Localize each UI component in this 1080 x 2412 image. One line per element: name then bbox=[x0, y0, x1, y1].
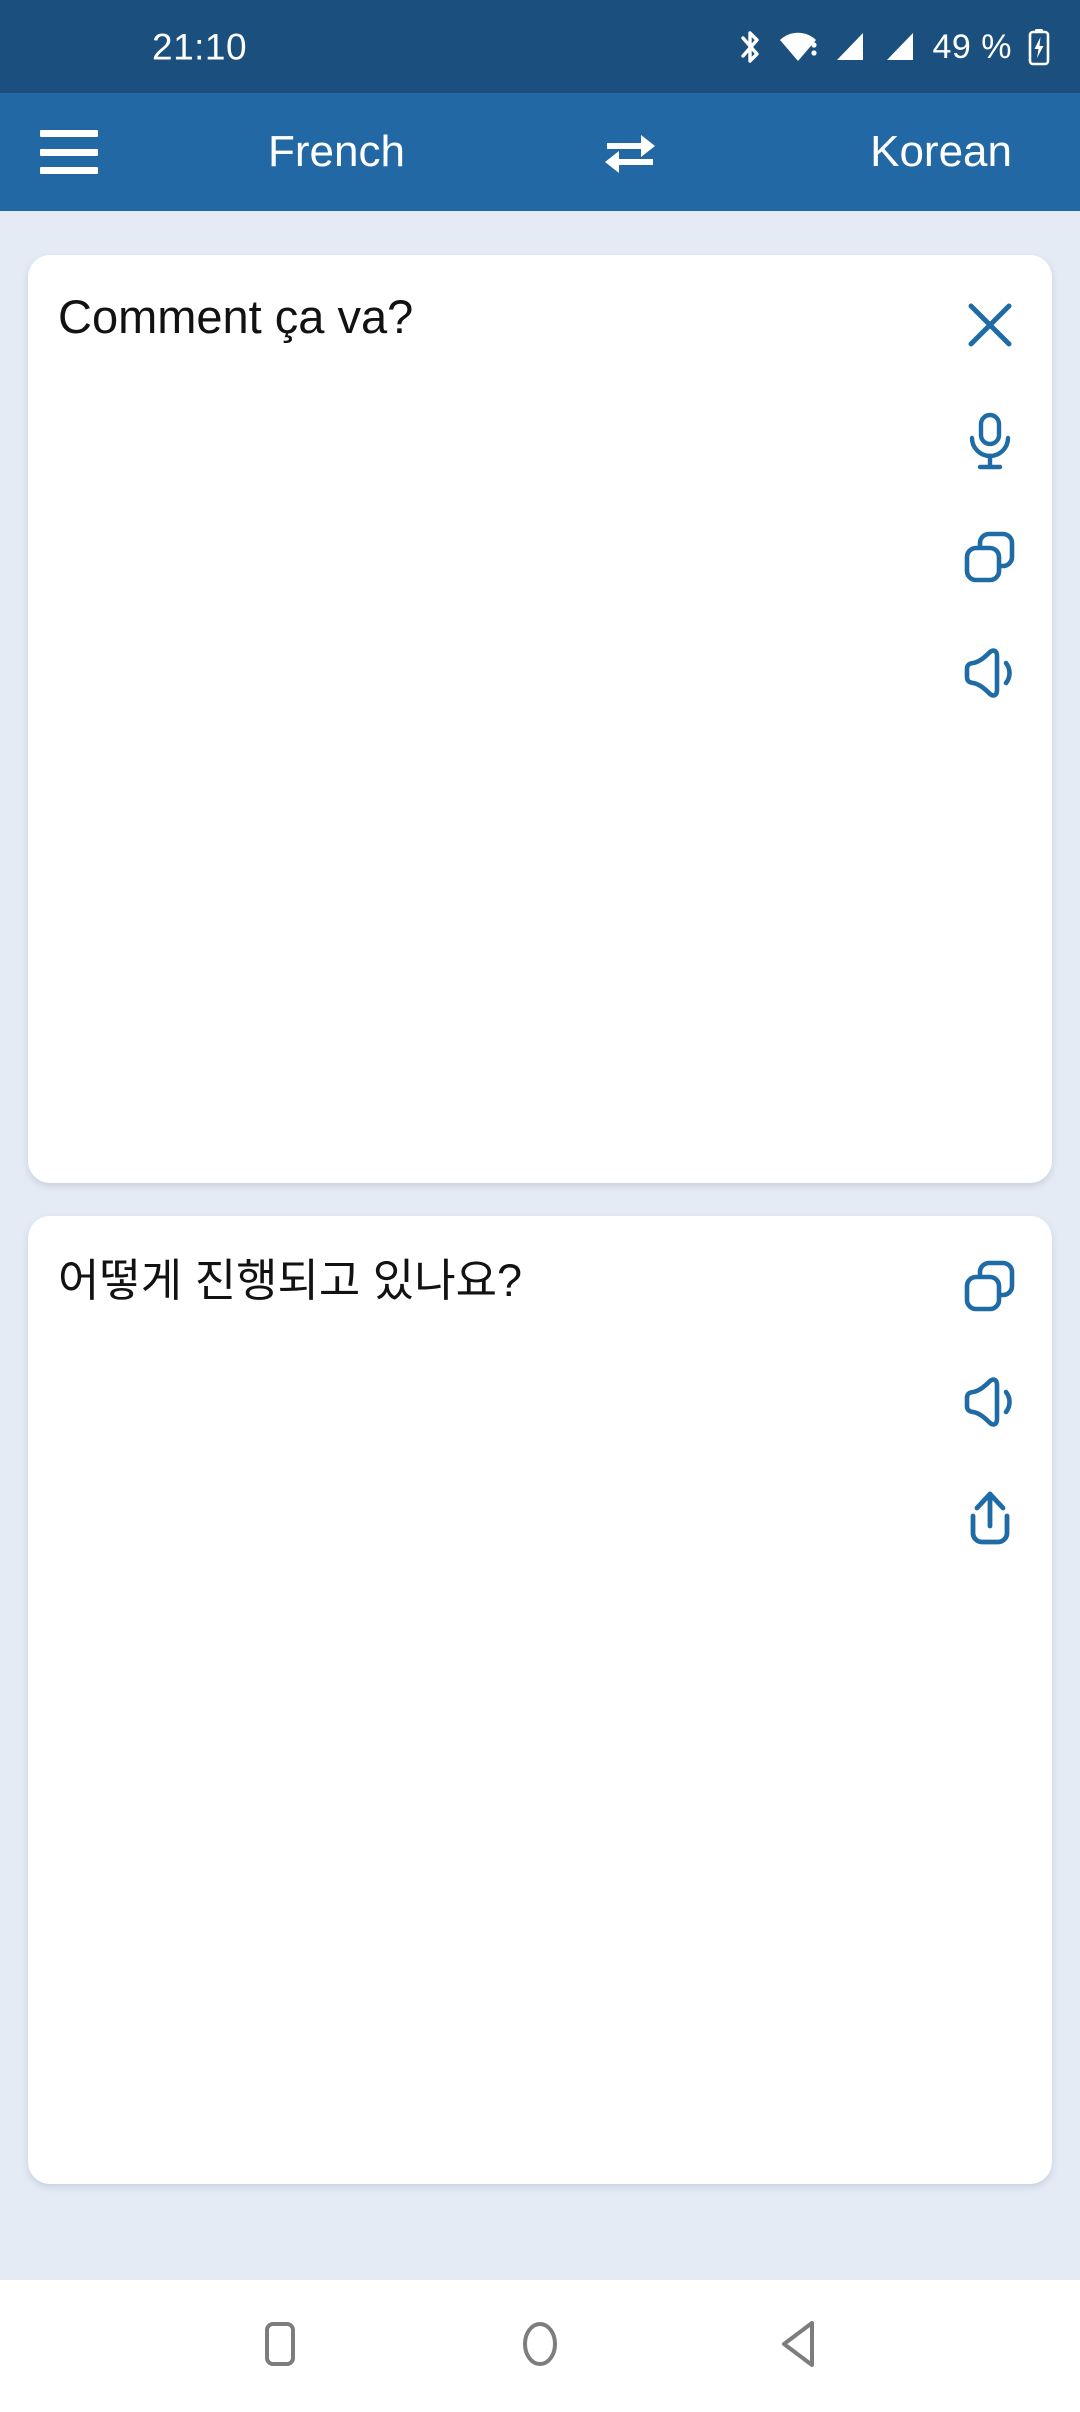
speak-translation-button[interactable] bbox=[946, 1358, 1034, 1446]
status-icons: 49 % bbox=[737, 27, 1053, 67]
target-language-selector[interactable]: Korean bbox=[870, 130, 1012, 174]
android-navigation-bar bbox=[0, 2280, 1080, 2412]
speaker-icon bbox=[960, 645, 1020, 701]
battery-charging-icon bbox=[1026, 27, 1052, 67]
translated-text[interactable]: 어떻게 진행되고 있나요? bbox=[58, 1252, 902, 1310]
close-icon bbox=[961, 296, 1019, 354]
translation-area: Comment ça va? 어떻게 진행되고 있나요? bbox=[0, 211, 1080, 2280]
swap-languages-button[interactable] bbox=[598, 120, 662, 184]
battery-percent-label: 49 % bbox=[932, 27, 1012, 66]
signal-sim1-icon bbox=[833, 28, 869, 66]
hamburger-line bbox=[40, 167, 98, 174]
hamburger-line bbox=[40, 130, 98, 137]
microphone-icon bbox=[962, 410, 1018, 472]
share-icon bbox=[962, 1488, 1018, 1548]
voice-input-button[interactable] bbox=[946, 397, 1034, 485]
wifi-icon bbox=[777, 28, 819, 66]
copy-translation-button[interactable] bbox=[946, 1242, 1034, 1330]
speak-source-button[interactable] bbox=[946, 629, 1034, 717]
source-actions bbox=[946, 281, 1034, 717]
source-text-card[interactable]: Comment ça va? bbox=[28, 255, 1052, 1183]
hamburger-line bbox=[40, 148, 98, 156]
triangle-left-icon bbox=[776, 2316, 824, 2377]
copy-icon bbox=[960, 1256, 1020, 1316]
translation-card[interactable]: 어떻게 진행되고 있나요? bbox=[28, 1216, 1052, 2184]
copy-source-button[interactable] bbox=[946, 513, 1034, 601]
square-icon bbox=[257, 2316, 303, 2377]
app-bar: French Korean bbox=[0, 93, 1080, 211]
source-text[interactable]: Comment ça va? bbox=[58, 287, 902, 347]
hamburger-menu-icon[interactable] bbox=[40, 130, 98, 174]
home-button[interactable] bbox=[495, 2301, 585, 2391]
copy-icon bbox=[960, 527, 1020, 587]
status-bar: 21:10 49 % bbox=[0, 0, 1080, 93]
app-screen: 21:10 49 % French Korean Comment ça va? … bbox=[0, 0, 1080, 2412]
translation-actions bbox=[946, 1242, 1034, 1562]
swap-languages-icon bbox=[601, 126, 659, 179]
speaker-icon bbox=[960, 1374, 1020, 1430]
signal-sim2-icon bbox=[883, 28, 919, 66]
recents-button[interactable] bbox=[235, 2301, 325, 2391]
share-translation-button[interactable] bbox=[946, 1474, 1034, 1562]
circle-icon bbox=[515, 2316, 565, 2377]
clear-text-button[interactable] bbox=[946, 281, 1034, 369]
status-time: 21:10 bbox=[152, 26, 248, 67]
back-button[interactable] bbox=[755, 2301, 845, 2391]
bluetooth-icon bbox=[737, 28, 763, 66]
source-language-selector[interactable]: French bbox=[268, 130, 405, 174]
